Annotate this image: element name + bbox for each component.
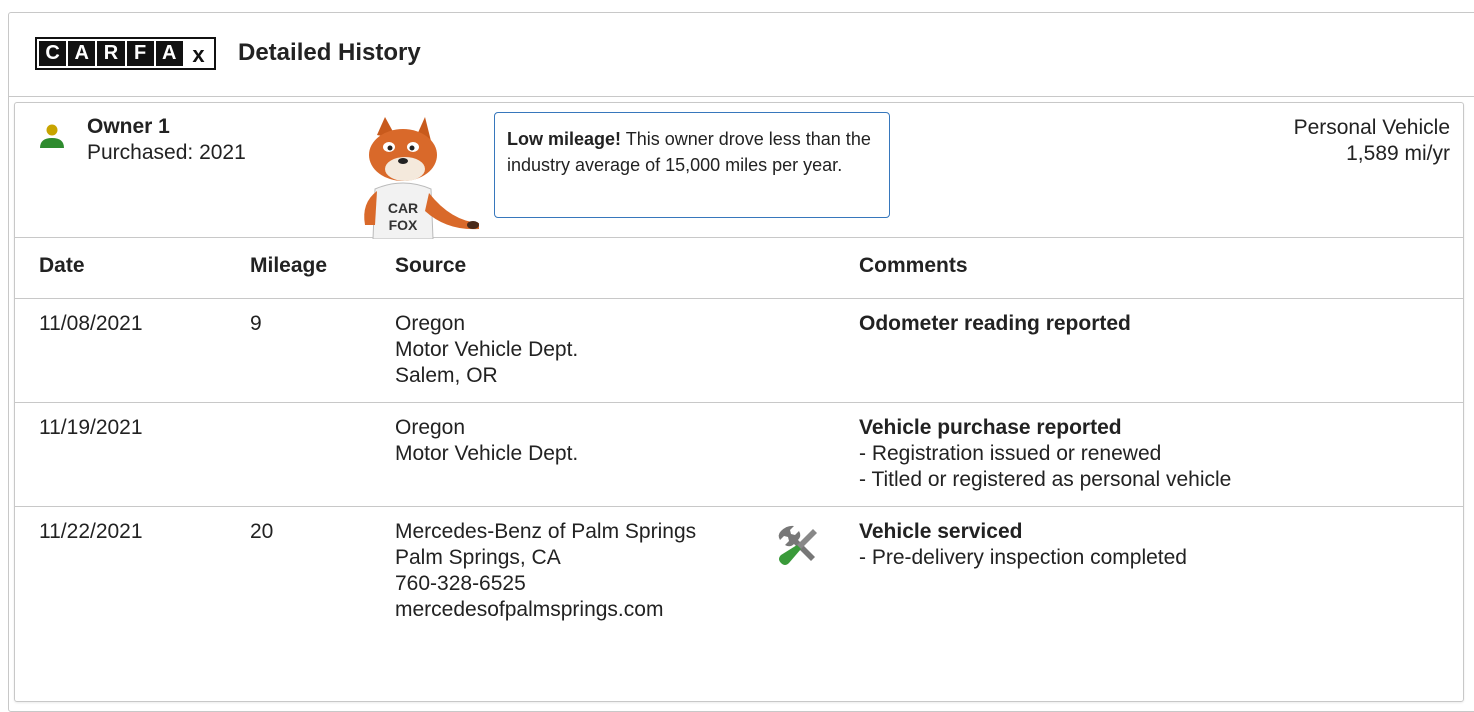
low-mileage-callout: Low mileage! This owner drove less than … <box>494 112 890 218</box>
wrench-screwdriver-icon <box>778 525 817 565</box>
source-website-link[interactable]: mercedesofpalmsprings.com <box>395 597 696 623</box>
comment-item: - Pre-delivery inspection completed <box>859 546 1187 569</box>
mascot-shirt-text: FOX <box>389 217 418 233</box>
usage-type: Personal Vehicle <box>1293 116 1450 139</box>
comment-title: Vehicle serviced <box>859 520 1023 543</box>
header-comments: Comments <box>859 254 968 277</box>
owner-summary: Owner 1 Purchased: 2021 CAR FOX Low mile… <box>15 103 1463 239</box>
source-line: Mercedes-Benz of Palm Springs <box>395 520 697 543</box>
row-mileage: 9 <box>250 312 262 335</box>
row-mileage: 20 <box>250 520 274 543</box>
carfax-logo: C A R F A x <box>35 37 216 70</box>
table-row: 11/19/2021 Oregon Motor Vehicle Dept. Ve… <box>15 403 1463 507</box>
header-date: Date <box>39 254 85 277</box>
row-source: Oregon Motor Vehicle Dept. <box>395 415 578 467</box>
logo-letter: A <box>155 41 183 66</box>
row-date: 11/22/2021 <box>39 520 143 543</box>
history-table-header: Date Mileage Source Comments <box>15 238 1463 299</box>
comment-title: Odometer reading reported <box>859 312 1131 335</box>
callout-bold: Low mileage! <box>507 129 622 149</box>
panel-header: C A R F A x Detailed History <box>9 13 1474 97</box>
table-row: 11/08/2021 9 Oregon Motor Vehicle Dept. … <box>15 299 1463 403</box>
person-icon <box>40 124 64 148</box>
row-comments: Vehicle purchase reported - Registration… <box>859 415 1231 493</box>
source-line: Oregon <box>395 416 466 439</box>
mascot-shirt-text: CAR <box>388 200 418 216</box>
logo-letter: x <box>184 41 213 66</box>
logo-letter: C <box>39 41 67 66</box>
vehicle-usage: Personal Vehicle 1,589 mi/yr <box>1294 115 1450 167</box>
owner-purchased: Purchased: 2021 <box>87 141 246 164</box>
header-source: Source <box>395 254 467 277</box>
source-line: Palm Springs, CA <box>395 546 561 569</box>
row-comments: Vehicle serviced - Pre-delivery inspecti… <box>859 519 1187 571</box>
usage-rate: 1,589 mi/yr <box>1346 142 1450 165</box>
source-line: Motor Vehicle Dept. <box>395 338 579 361</box>
comment-item: - Registration issued or renewed <box>859 442 1162 465</box>
source-line: Motor Vehicle Dept. <box>395 442 579 465</box>
owner-name: Owner 1 <box>87 115 170 138</box>
row-date: 11/19/2021 <box>39 416 143 439</box>
table-row: 11/22/2021 20 Mercedes-Benz of Palm Spri… <box>15 507 1463 707</box>
row-date: 11/08/2021 <box>39 312 143 335</box>
source-line: Salem, OR <box>395 364 498 387</box>
logo-letter: R <box>97 41 125 66</box>
comment-item: - Titled or registered as personal vehic… <box>859 468 1232 491</box>
source-line: Oregon <box>395 312 466 335</box>
row-source: Oregon Motor Vehicle Dept. Salem, OR <box>395 311 578 389</box>
row-comments: Odometer reading reported <box>859 311 1131 337</box>
logo-letter: A <box>68 41 96 66</box>
comment-title: Vehicle purchase reported <box>859 416 1122 439</box>
owner-card: Owner 1 Purchased: 2021 CAR FOX Low mile… <box>14 102 1464 702</box>
logo-letter: F <box>126 41 154 66</box>
row-source: Mercedes-Benz of Palm Springs Palm Sprin… <box>395 519 696 623</box>
source-line: 760-328-6525 <box>395 572 526 595</box>
page-title: Detailed History <box>238 39 421 66</box>
header-mileage: Mileage <box>250 254 328 277</box>
carfox-mascot-icon: CAR FOX <box>364 117 479 239</box>
